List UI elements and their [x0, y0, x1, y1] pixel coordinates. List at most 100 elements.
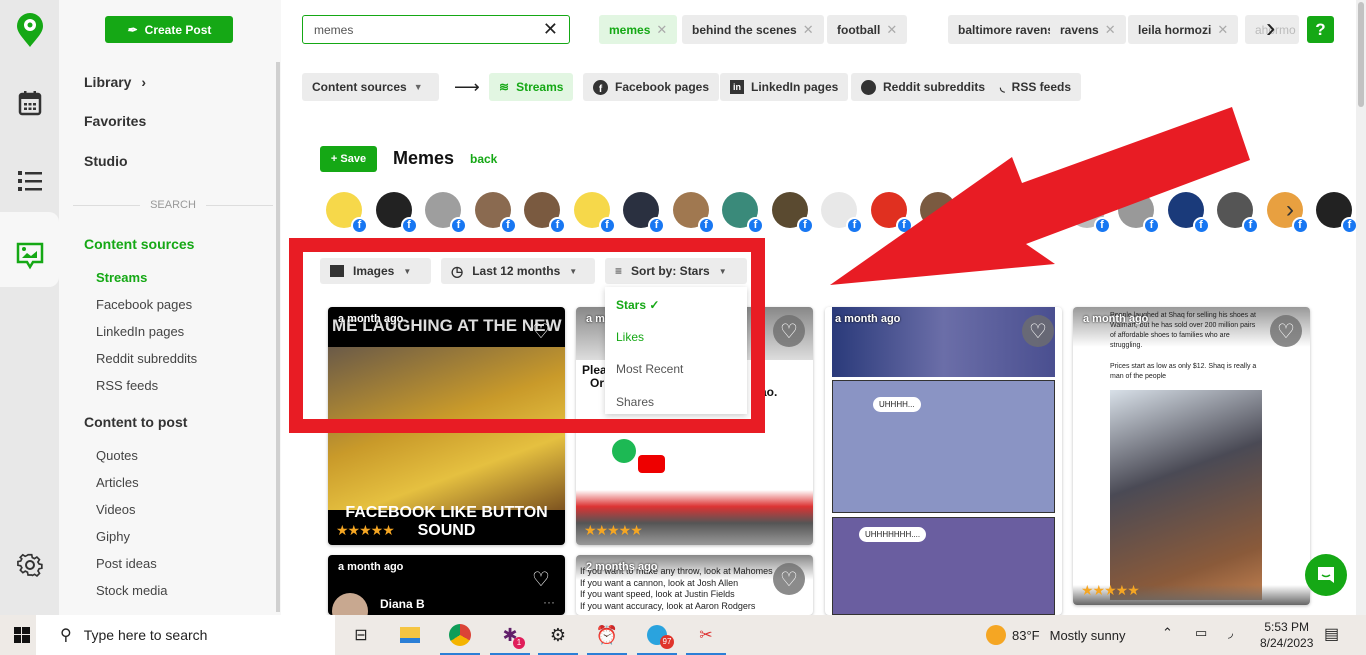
notifications-icon[interactable]: ▤ [1324, 624, 1339, 644]
tag-chip[interactable]: behind the scenes ✕ [682, 15, 824, 44]
like-heart-icon[interactable]: ♡ [773, 563, 805, 595]
remove-tag-icon[interactable]: ✕ [1217, 22, 1228, 38]
source-avatar[interactable]: f [524, 192, 566, 234]
back-link[interactable]: back [470, 152, 497, 166]
sidebar-section-content-to-post[interactable]: Content to post [84, 414, 187, 430]
sidebar-item-videos[interactable]: Videos [96, 502, 136, 517]
task-view-icon[interactable]: ⊟ [348, 623, 374, 647]
sidebar-scrollbar[interactable] [276, 62, 280, 612]
help-button[interactable]: ? [1307, 16, 1334, 43]
clear-search-icon[interactable]: ✕ [543, 19, 558, 40]
sidebar-item-giphy[interactable]: Giphy [96, 529, 130, 544]
source-tab-reddit-subreddits[interactable]: Reddit subreddits [851, 73, 996, 101]
source-avatar[interactable]: f [1266, 192, 1309, 234]
content-icon[interactable] [0, 238, 59, 274]
sidebar-section-content-sources[interactable]: Content sources [84, 236, 194, 252]
source-tab-streams[interactable]: ≋ Streams [489, 73, 574, 101]
sort-option-likes[interactable]: Likes [616, 330, 644, 344]
sidebar-item-studio[interactable]: Studio [84, 153, 128, 169]
source-avatar[interactable]: f [623, 192, 665, 234]
sidebar-item-quotes[interactable]: Quotes [96, 448, 138, 463]
sidebar-item-rss-feeds[interactable]: RSS feeds [96, 378, 158, 393]
clock-app-icon[interactable]: ⏰ [587, 623, 627, 655]
source-avatar[interactable]: f [375, 192, 418, 234]
sort-option-stars[interactable]: Stars ✓ [616, 298, 659, 312]
show-hidden-icons-chevron-icon[interactable]: ⌃ [1162, 625, 1173, 641]
source-tab-rss-feeds[interactable]: ◟ RSS feeds [990, 73, 1082, 101]
avatars-next-chevron-icon[interactable]: › [1286, 196, 1294, 224]
settings-app-icon[interactable]: ⚙ [538, 623, 578, 655]
source-avatar[interactable]: f [821, 192, 863, 234]
content-sources-dropdown[interactable]: Content sources ▼ [302, 73, 439, 101]
source-avatar[interactable]: f [326, 192, 368, 234]
telegram-icon[interactable]: 97 [637, 623, 677, 655]
content-card[interactable]: a month ago Diana B ··· ♡ [328, 555, 565, 615]
sidebar-item-stock-media[interactable]: Stock media [96, 583, 168, 598]
sort-option-shares[interactable]: Shares [616, 395, 654, 409]
sort-option-most-recent[interactable]: Most Recent [616, 362, 683, 376]
like-heart-icon[interactable]: ♡ [525, 563, 557, 595]
sort-filter[interactable]: ≡ Sort by: Stars ▼ [605, 258, 747, 284]
source-avatar[interactable]: f [920, 192, 962, 234]
source-avatar[interactable]: f [1019, 192, 1061, 234]
calendar-icon[interactable] [0, 88, 59, 118]
sidebar-item-facebook-pages[interactable]: Facebook pages [96, 297, 192, 312]
file-explorer-icon[interactable] [397, 623, 423, 647]
source-tab-linkedin-pages[interactable]: in LinkedIn pages [720, 73, 849, 101]
like-heart-icon[interactable]: ♡ [1270, 315, 1302, 347]
source-avatar[interactable]: f [425, 192, 467, 234]
sidebar-item-reddit-subreddits[interactable]: Reddit subreddits [96, 351, 197, 366]
source-avatar[interactable]: f [1118, 192, 1160, 234]
like-heart-icon[interactable]: ♡ [773, 315, 805, 347]
source-avatar[interactable]: f [474, 192, 517, 234]
content-card[interactable]: UHHHH... UHHHHHHH.... a month ago ♡ [825, 307, 1062, 615]
battery-icon[interactable]: ▭ [1195, 625, 1207, 641]
remove-tag-icon[interactable]: ✕ [803, 22, 814, 38]
sidebar-item-library[interactable]: Library › [84, 74, 146, 90]
slack-icon[interactable]: ✱ 1 [490, 623, 530, 655]
chat-launcher-button[interactable] [1305, 554, 1347, 596]
tag-chip[interactable]: football ✕ [827, 15, 908, 44]
tag-chip[interactable]: memes ✕ [599, 15, 678, 44]
list-icon[interactable] [0, 166, 59, 196]
sidebar-item-favorites[interactable]: Favorites [84, 113, 146, 129]
create-post-button[interactable]: ✒ Create Post [105, 16, 233, 43]
wifi-icon[interactable]: ◞ [1228, 625, 1233, 641]
content-card[interactable]: ME LAUGHING AT THE NEW FACEBOOK LIKE BUT… [328, 307, 565, 545]
source-avatar[interactable]: f [722, 192, 764, 234]
sidebar-item-streams[interactable]: Streams [96, 270, 147, 285]
source-avatar[interactable]: f [672, 192, 715, 234]
remove-tag-icon[interactable]: ✕ [886, 22, 897, 38]
tags-next-chevron-icon[interactable]: › [1266, 12, 1275, 44]
source-avatar[interactable]: f [573, 192, 616, 234]
clock-date[interactable]: 5:53 PM 8/24/2023 [1260, 619, 1313, 651]
sidebar-item-articles[interactable]: Articles [96, 475, 139, 490]
media-type-filter[interactable]: Images ▼ [320, 258, 431, 284]
tag-chip[interactable]: leila hormozi ✕ [1128, 15, 1239, 44]
time-period-filter[interactable]: ◷ Last 12 months ▼ [441, 258, 595, 284]
sidebar-item-linkedin-pages[interactable]: LinkedIn pages [96, 324, 184, 339]
source-avatar[interactable]: f [969, 192, 1012, 234]
remove-tag-icon[interactable]: ✕ [1105, 22, 1116, 38]
source-avatar[interactable]: f [1068, 192, 1111, 234]
sidebar-item-post-ideas[interactable]: Post ideas [96, 556, 157, 571]
logo-icon[interactable] [0, 10, 59, 50]
source-avatar[interactable]: f [771, 192, 814, 234]
more-options-icon[interactable]: ··· [543, 595, 555, 609]
content-card[interactable]: People laughed at Shaq for selling his s… [1073, 307, 1310, 605]
like-heart-icon[interactable]: ♡ [525, 315, 557, 347]
tag-chip[interactable]: ravens ✕ [1050, 15, 1126, 44]
windows-start-icon[interactable] [14, 627, 30, 648]
page-scrollbar[interactable] [1356, 0, 1366, 615]
search-input[interactable]: memes ✕ [302, 15, 570, 44]
settings-gear-icon[interactable] [0, 550, 59, 580]
remove-tag-icon[interactable]: ✕ [656, 22, 667, 38]
weather-widget[interactable]: 83°F Mostly sunny [986, 625, 1125, 645]
taskbar-search-box[interactable]: ⚲ Type here to search [36, 615, 335, 655]
like-heart-icon[interactable]: ♡ [1022, 315, 1054, 347]
snipping-tool-icon[interactable]: ✂ [686, 623, 726, 655]
source-avatar[interactable]: f [1217, 192, 1259, 234]
content-card[interactable]: If you want to make any throw, look at M… [576, 555, 813, 615]
source-avatar[interactable]: f [1316, 192, 1358, 234]
save-stream-button[interactable]: + Save [320, 146, 377, 172]
